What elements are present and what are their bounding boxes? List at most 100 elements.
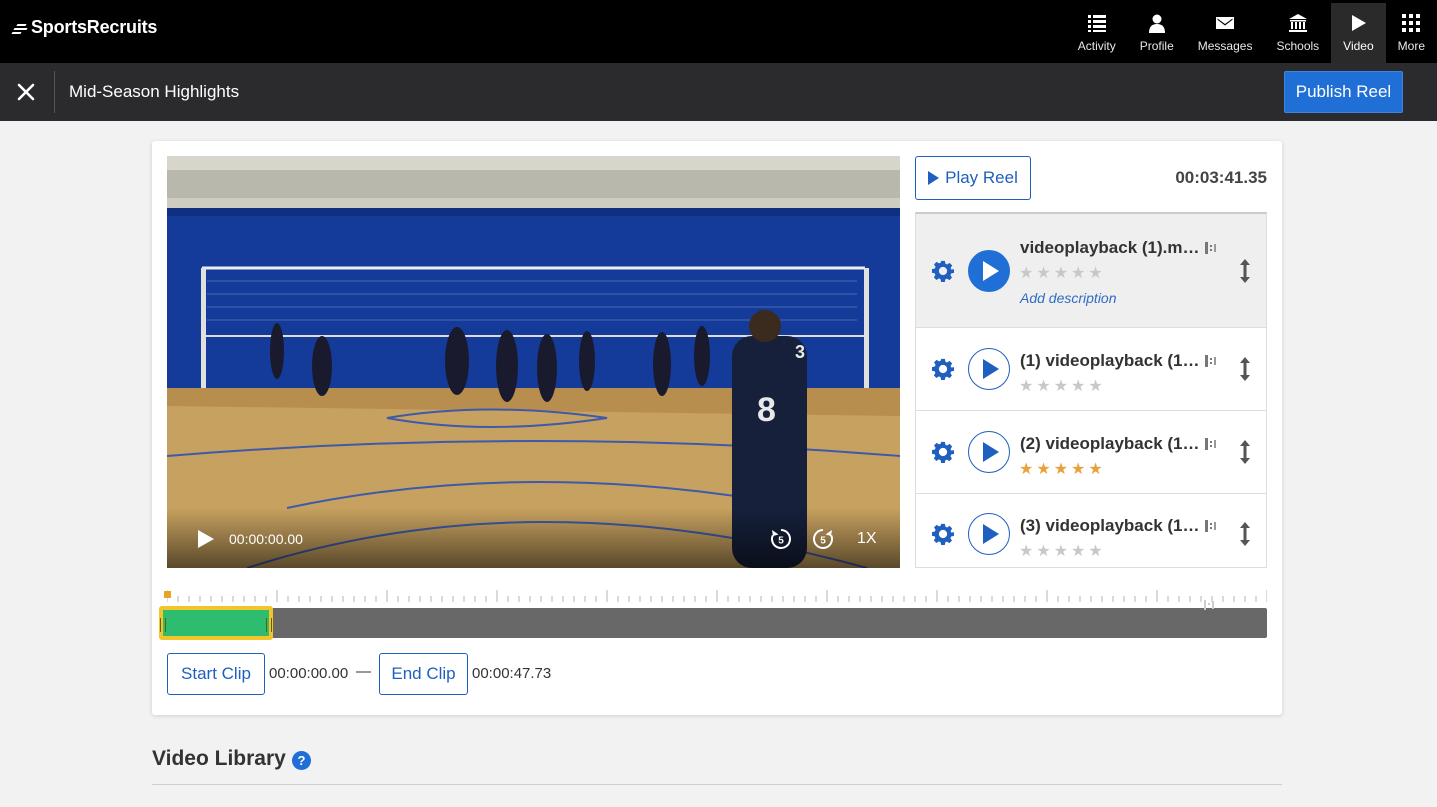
header-divider [54,71,55,113]
nav-item-activity[interactable]: Activity [1066,3,1128,63]
help-icon[interactable]: ? [292,751,311,770]
nav-label: Activity [1077,39,1116,53]
clip-selection-range[interactable] [159,606,273,640]
star-icon[interactable]: ★ [1019,263,1033,283]
playback-speed[interactable]: 1X [857,530,877,548]
gear-icon[interactable] [932,523,954,545]
gear-icon[interactable] [932,358,954,380]
star-icon[interactable]: ★ [1054,459,1068,479]
nav-item-schools[interactable]: Schools [1264,3,1331,63]
clip-name: videoplayback (1).mp4 [1020,238,1202,257]
trim-marker-icon [1204,600,1214,610]
trim-marker-icon [1205,438,1216,450]
nav-label: More [1397,39,1425,53]
clip-play-button[interactable] [968,250,1010,292]
star-icon[interactable]: ★ [1088,541,1102,561]
nav-item-profile[interactable]: Profile [1128,3,1186,63]
reorder-handle-icon[interactable] [1236,258,1254,284]
clip-list: videoplayback (1).mp4 ★ ★ ★ ★ ★ Add descript… [915,212,1267,568]
star-icon[interactable]: ★ [1036,459,1050,479]
clip-play-button[interactable] [968,513,1010,555]
rewind-5-icon[interactable]: 5 [769,527,793,551]
star-icon[interactable]: ★ [1054,541,1068,561]
star-icon[interactable]: ★ [1019,376,1033,396]
gear-icon[interactable] [932,441,954,463]
star-icon[interactable]: ★ [1054,263,1068,283]
start-trim-handle[interactable] [160,618,166,632]
gear-icon[interactable] [932,260,954,282]
end-trim-handle[interactable] [266,618,272,632]
star-icon[interactable]: ★ [1088,263,1102,283]
star-icon[interactable]: ★ [1036,263,1050,283]
logo-text: SportsRecruits [31,17,158,37]
video-play-icon[interactable] [194,528,216,550]
video-controls: 00:00:00.00 5 5 1X [167,508,900,568]
school-icon [1288,14,1307,32]
play-reel-label: Play Reel [945,168,1018,187]
clip-rating[interactable]: ★ ★ ★ ★ ★ [1019,541,1103,561]
clip-item[interactable]: videoplayback (1).mp4 ★ ★ ★ ★ ★ Add descript… [916,214,1266,328]
timeline-ruler [167,590,1267,602]
clip-item[interactable]: (3) videoplayback (1).mp4 ★★★★★ [916,494,1266,567]
library-divider [152,784,1282,785]
timeline-track[interactable] [167,608,1267,638]
end-clip-button[interactable]: End Clip [379,653,468,695]
star-icon[interactable]: ★ [1071,541,1085,561]
clip-rating[interactable]: ★ ★ ★ ★ ★ [1019,459,1103,479]
person-icon [1148,14,1165,33]
nav-item-video[interactable]: Video [1331,3,1386,63]
reorder-handle-icon[interactable] [1236,439,1254,465]
playhead-marker[interactable] [164,591,171,598]
star-icon[interactable]: ★ [1088,376,1102,396]
trim-marker-icon [1205,355,1216,367]
play-reel-button[interactable]: Play Reel [915,156,1031,200]
star-icon[interactable]: ★ [1071,459,1085,479]
clip-play-icon [983,524,999,544]
reorder-handle-icon[interactable] [1236,521,1254,547]
nav-label: Messages [1197,39,1253,53]
svg-text:3: 3 [795,342,805,362]
clip-play-icon [983,261,999,281]
video-player[interactable]: 8 3 00:00:00.00 5 5 1X [167,156,900,568]
video-library-title: Video Library [152,747,286,770]
forward-5-icon[interactable]: 5 [811,527,835,551]
star-icon[interactable]: ★ [1036,541,1050,561]
clip-play-button[interactable] [968,431,1010,473]
trim-marker-icon [1205,520,1216,532]
star-icon[interactable]: ★ [1054,376,1068,396]
grid-icon [1402,14,1421,32]
star-icon[interactable]: ★ [1071,263,1085,283]
clip-rating[interactable]: ★ ★ ★ ★ ★ [1019,263,1103,283]
clip-play-icon [983,442,999,462]
logo-mark-icon [11,21,28,35]
clip-rating[interactable]: ★ ★ ★ ★ ★ [1019,376,1103,396]
sportsrecruits-logo[interactable]: SportsRecruits [11,17,158,38]
clip-play-icon [983,359,999,379]
list-icon [1087,15,1106,32]
play-icon [1352,15,1367,31]
svg-text:8: 8 [757,391,776,429]
star-icon[interactable]: ★ [1088,459,1102,479]
close-button[interactable] [11,77,41,107]
publish-reel-button[interactable]: Publish Reel [1284,71,1403,113]
clip-play-button[interactable] [968,348,1010,390]
reel-editor-card: 8 3 00:00:00.00 5 5 1X Play Reel 00:03:4… [152,141,1282,715]
nav-item-more[interactable]: More [1386,3,1437,63]
time-separator: — [356,663,371,680]
nav-label: Video [1343,39,1374,53]
clip-item[interactable]: (1) videoplayback (1).mp4 ★★★★★ [916,328,1266,411]
top-nav: SportsRecruits Activity Profile Messages… [0,0,1437,63]
star-icon[interactable]: ★ [1019,541,1033,561]
star-icon[interactable]: ★ [1071,376,1085,396]
nav-label: Profile [1139,39,1174,53]
start-clip-button[interactable]: Start Clip [167,653,265,695]
nav-items: Activity Profile Messages Schools Video … [1066,3,1437,63]
add-description-link[interactable]: Add description [1020,290,1117,306]
clip-item[interactable]: (2) videoplayback (1).mp4 ★★★★★ [916,411,1266,494]
reel-title: Mid-Season Highlights [69,82,240,101]
star-icon[interactable]: ★ [1036,376,1050,396]
nav-item-messages[interactable]: Messages [1186,3,1265,63]
envelope-icon [1216,17,1235,29]
star-icon[interactable]: ★ [1019,459,1033,479]
reorder-handle-icon[interactable] [1236,356,1254,382]
